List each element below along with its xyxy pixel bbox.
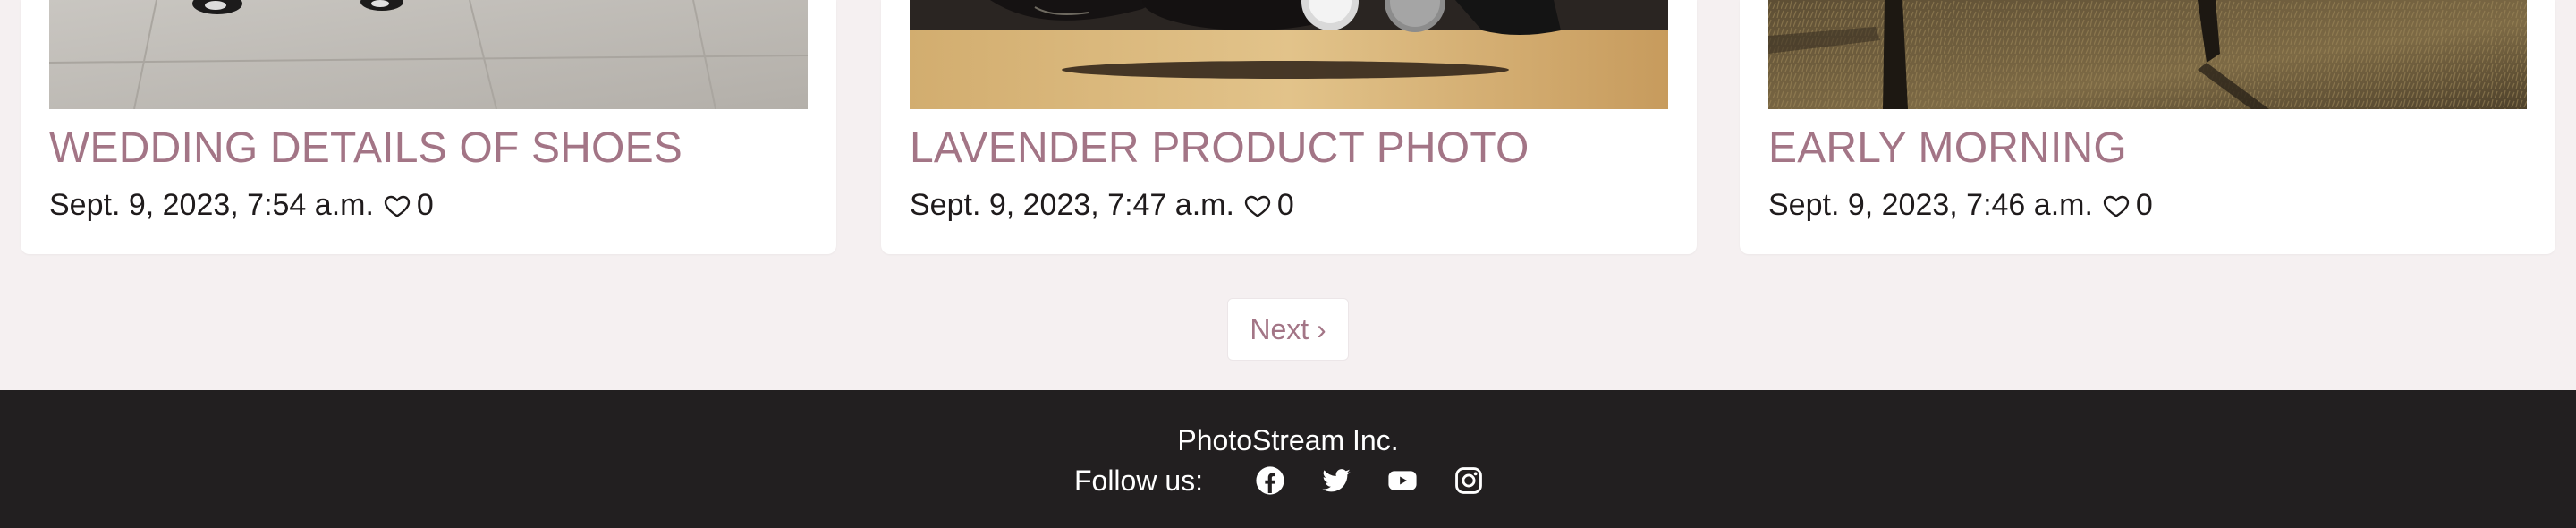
photo-thumbnail[interactable] [910,0,1668,109]
like-count: 0 [416,188,434,222]
photo-date: Sept. 9, 2023, 7:54 a.m. [49,188,374,222]
wedding-shoes-image [49,0,808,109]
next-page-button[interactable]: Next › [1227,298,1349,361]
photo-date: Sept. 9, 2023, 7:47 a.m. [910,188,1234,222]
photo-title[interactable]: LAVENDER PRODUCT PHOTO [910,123,1530,173]
site-footer: PhotoStream Inc. Follow us: [0,390,2576,528]
youtube-icon[interactable] [1385,464,1419,498]
photo-meta: Sept. 9, 2023, 7:47 a.m. 0 [910,188,1294,223]
photo-date: Sept. 9, 2023, 7:46 a.m. [1768,188,2093,222]
photo-card[interactable]: EARLY MORNING Sept. 9, 2023, 7:46 a.m. 0 [1740,0,2555,254]
follow-label: Follow us: [1073,464,1204,497]
facebook-icon[interactable] [1253,464,1287,498]
twitter-icon[interactable] [1319,464,1353,498]
photo-title[interactable]: WEDDING DETAILS OF SHOES [49,123,682,173]
early-morning-image [1768,0,2527,109]
photo-thumbnail[interactable] [1768,0,2527,109]
like-count: 0 [2135,188,2153,222]
photo-thumbnail[interactable] [49,0,808,109]
lavender-product-image [910,0,1668,109]
heart-icon[interactable] [2102,192,2131,220]
photo-meta: Sept. 9, 2023, 7:54 a.m. 0 [49,188,434,223]
company-name: PhotoStream Inc. [1177,424,1399,456]
photo-grid: WEDDING DETAILS OF SHOES Sept. 9, 2023, … [0,0,2576,254]
photo-meta: Sept. 9, 2023, 7:46 a.m. 0 [1768,188,2153,223]
photo-title[interactable]: EARLY MORNING [1768,123,2127,173]
social-links: Follow us: [0,464,2576,498]
photo-card[interactable]: WEDDING DETAILS OF SHOES Sept. 9, 2023, … [21,0,836,254]
instagram-icon[interactable] [1452,464,1486,498]
photo-card[interactable]: LAVENDER PRODUCT PHOTO Sept. 9, 2023, 7:… [881,0,1697,254]
heart-icon[interactable] [383,192,411,220]
heart-icon[interactable] [1243,192,1272,220]
like-count: 0 [1276,188,1294,222]
